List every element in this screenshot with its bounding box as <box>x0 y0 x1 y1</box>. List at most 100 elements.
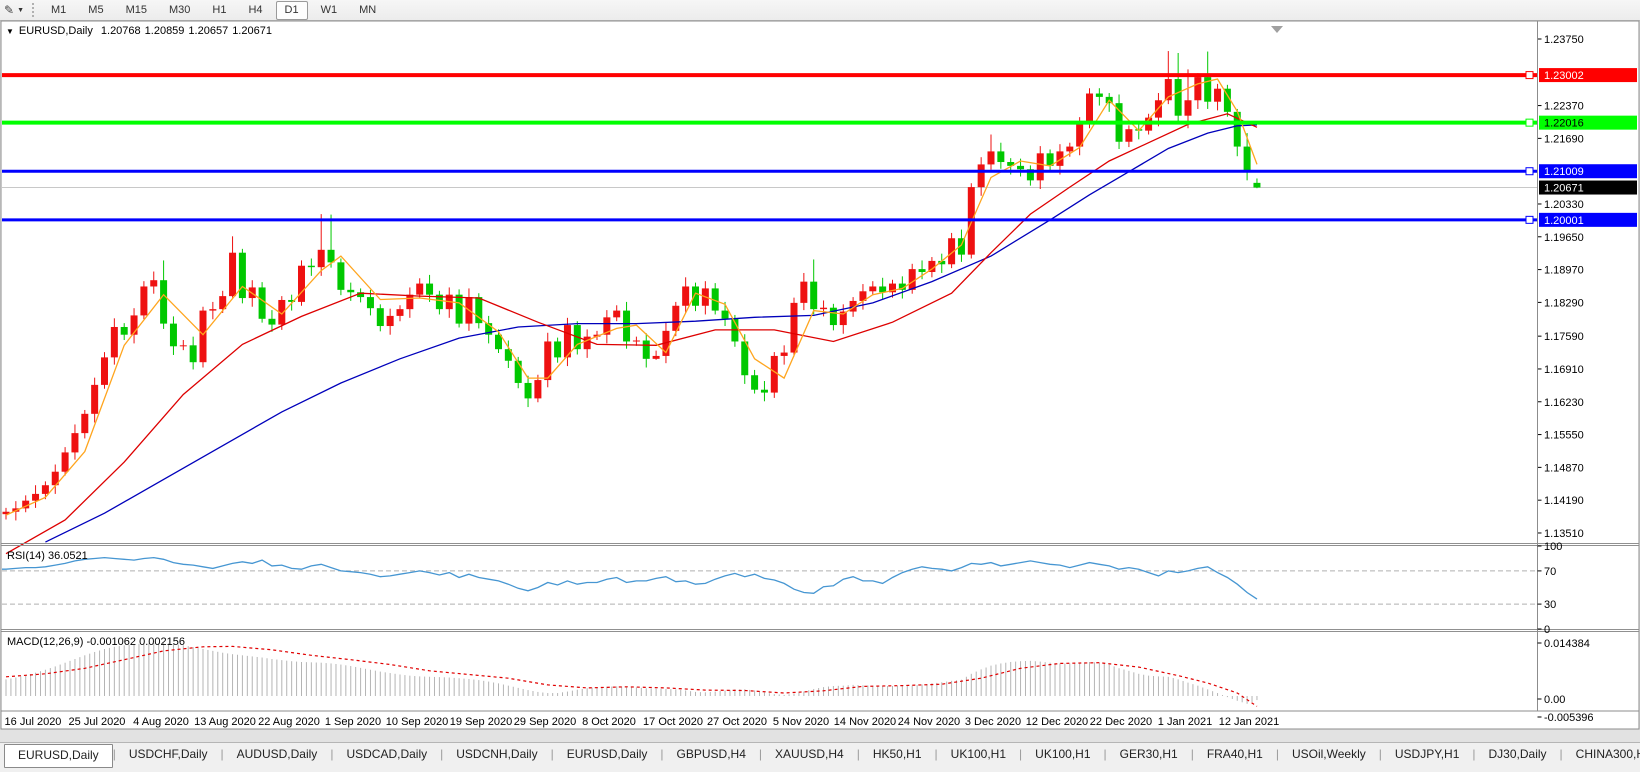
macd-axis-label: 0.014384 <box>1544 638 1590 650</box>
date-axis-label: 27 Oct 2020 <box>707 716 767 728</box>
chart-tab[interactable]: USDCNH,Daily <box>443 744 550 768</box>
candle-body <box>909 269 916 290</box>
candle-body <box>997 151 1004 162</box>
candle-body <box>239 253 246 298</box>
chart-tab[interactable]: USDJPY,H1 <box>1382 744 1472 768</box>
date-axis-label: 1 Jan 2021 <box>1158 716 1212 728</box>
candle-body <box>584 337 591 350</box>
date-axis-label: 5 Nov 2020 <box>773 716 829 728</box>
candle-body <box>1017 166 1024 169</box>
date-axis-label: 8 Oct 2020 <box>582 716 636 728</box>
chart-tab[interactable]: EURUSD,Daily <box>554 744 661 768</box>
timeframe-button-m5[interactable]: M5 <box>79 1 112 20</box>
candle-body <box>1194 77 1201 100</box>
candle-body <box>170 324 177 347</box>
price-axis-label: 1.23750 <box>1544 34 1584 46</box>
chart-tab[interactable]: UK100,H1 <box>1022 744 1103 768</box>
rsi-name: RSI(14) <box>7 550 45 562</box>
chart-tab[interactable]: UK100,H1 <box>938 744 1019 768</box>
chart-tabs: EURUSD,Daily|USDCHF,Daily|AUDUSD,Daily|U… <box>0 743 1640 768</box>
chart-tab[interactable]: USOil,Weekly <box>1279 744 1379 768</box>
timeframe-button-m30[interactable]: M30 <box>160 1 199 20</box>
candle-body <box>781 353 788 356</box>
line-end-handle[interactable] <box>1526 216 1533 223</box>
style-tool-icon[interactable]: ✎ <box>4 1 14 19</box>
candle-body <box>1214 89 1221 102</box>
candle-body <box>347 290 354 292</box>
timeframe-button-group: M1M5 M15M30H1H4 D1W1MN <box>40 1 387 20</box>
price-axis-label: 1.18970 <box>1544 265 1584 277</box>
candle-body <box>1244 147 1251 172</box>
candle-body <box>554 341 561 357</box>
candle-body <box>367 297 374 308</box>
candle-body <box>140 286 147 315</box>
candle-body <box>1066 147 1073 152</box>
chart-background <box>1 21 1639 729</box>
candle-body <box>1086 94 1093 125</box>
chart-tab[interactable]: CHINA300,H1 <box>1563 744 1640 768</box>
price-axis-label: 1.21690 <box>1544 133 1584 145</box>
chart-tab[interactable]: XAUUSD,H4 <box>762 744 857 768</box>
toolbar-grip-handle[interactable] <box>32 3 34 17</box>
candle-body <box>800 282 807 303</box>
timeframe-button-mn[interactable]: MN <box>350 1 385 20</box>
line-end-handle[interactable] <box>1526 72 1533 79</box>
chart-tab[interactable]: EURUSD,Daily <box>4 744 113 768</box>
price-axis-label: 1.14190 <box>1544 495 1584 507</box>
timeframe-button-m1[interactable]: M1 <box>42 1 75 20</box>
candle-body <box>1096 94 1103 97</box>
candle-body <box>387 316 394 326</box>
candle-body <box>62 452 69 471</box>
top-toolbar: ✎ ▼ M1M5 M15M30H1H4 D1W1MN <box>0 0 1640 21</box>
timeframe-button-d1[interactable]: D1 <box>276 1 308 20</box>
chart-tab[interactable]: USDCAD,Daily <box>333 744 440 768</box>
rsi-axis-label: 0 <box>1544 624 1550 636</box>
candle-body <box>1185 100 1192 115</box>
candle-body <box>209 309 216 310</box>
timeframe-button-m15[interactable]: M15 <box>117 1 156 20</box>
chart-tab[interactable]: GBPUSD,H4 <box>664 744 759 768</box>
timeframe-button-w1[interactable]: W1 <box>312 1 347 20</box>
price-axis-label: 1.20330 <box>1544 199 1584 211</box>
chart-tab[interactable]: USDCHF,Daily <box>116 744 221 768</box>
candle-body <box>121 327 128 335</box>
line-end-handle[interactable] <box>1526 168 1533 175</box>
price-axis-label: 1.22370 <box>1544 101 1584 113</box>
candle-body <box>810 282 817 309</box>
bid-price-label: 1.20671 <box>1544 183 1584 195</box>
date-axis-label: 29 Sep 2020 <box>514 716 576 728</box>
candle-body <box>318 250 325 267</box>
ohlc-high-value: 1.20859 <box>145 25 185 37</box>
chart-collapse-icon[interactable]: ▼ <box>6 27 14 36</box>
candle-body <box>919 269 926 272</box>
candle-body <box>268 319 275 325</box>
chart-tab[interactable]: DJ30,Daily <box>1476 744 1560 768</box>
chart-canvas[interactable]: 1.230021.220161.210091.200011.206711.237… <box>0 20 1640 742</box>
candle-body <box>869 286 876 291</box>
price-tag-label: 1.23002 <box>1544 70 1584 82</box>
chart-tab[interactable]: GER30,H1 <box>1107 744 1191 768</box>
timeframe-button-h1[interactable]: H1 <box>203 1 235 20</box>
candle-body <box>682 286 689 305</box>
chart-window: 1.230021.220161.210091.200011.206711.237… <box>0 20 1640 742</box>
timeframe-button-h4[interactable]: H4 <box>239 1 271 20</box>
candle-body <box>377 308 384 326</box>
chart-tab[interactable]: AUDUSD,Daily <box>224 744 331 768</box>
date-axis-label: 1 Sep 2020 <box>325 716 381 728</box>
candle-body <box>751 375 758 389</box>
style-tool-dropdown-icon[interactable]: ▼ <box>17 7 24 14</box>
candle-body <box>229 253 236 296</box>
chart-tab[interactable]: FRA40,H1 <box>1194 744 1276 768</box>
candle-body <box>200 311 207 363</box>
date-axis-label: 10 Sep 2020 <box>386 716 448 728</box>
date-axis-label: 24 Nov 2020 <box>898 716 960 728</box>
candle-body <box>988 151 995 164</box>
price-tag-label: 1.20001 <box>1544 215 1584 227</box>
candle-body <box>71 433 78 452</box>
candle-body <box>515 361 522 383</box>
candle-body <box>328 250 335 263</box>
line-end-handle[interactable] <box>1526 119 1533 126</box>
date-axis-label: 13 Aug 2020 <box>194 716 256 728</box>
chart-tab[interactable]: HK50,H1 <box>860 744 935 768</box>
candle-body <box>820 308 827 309</box>
